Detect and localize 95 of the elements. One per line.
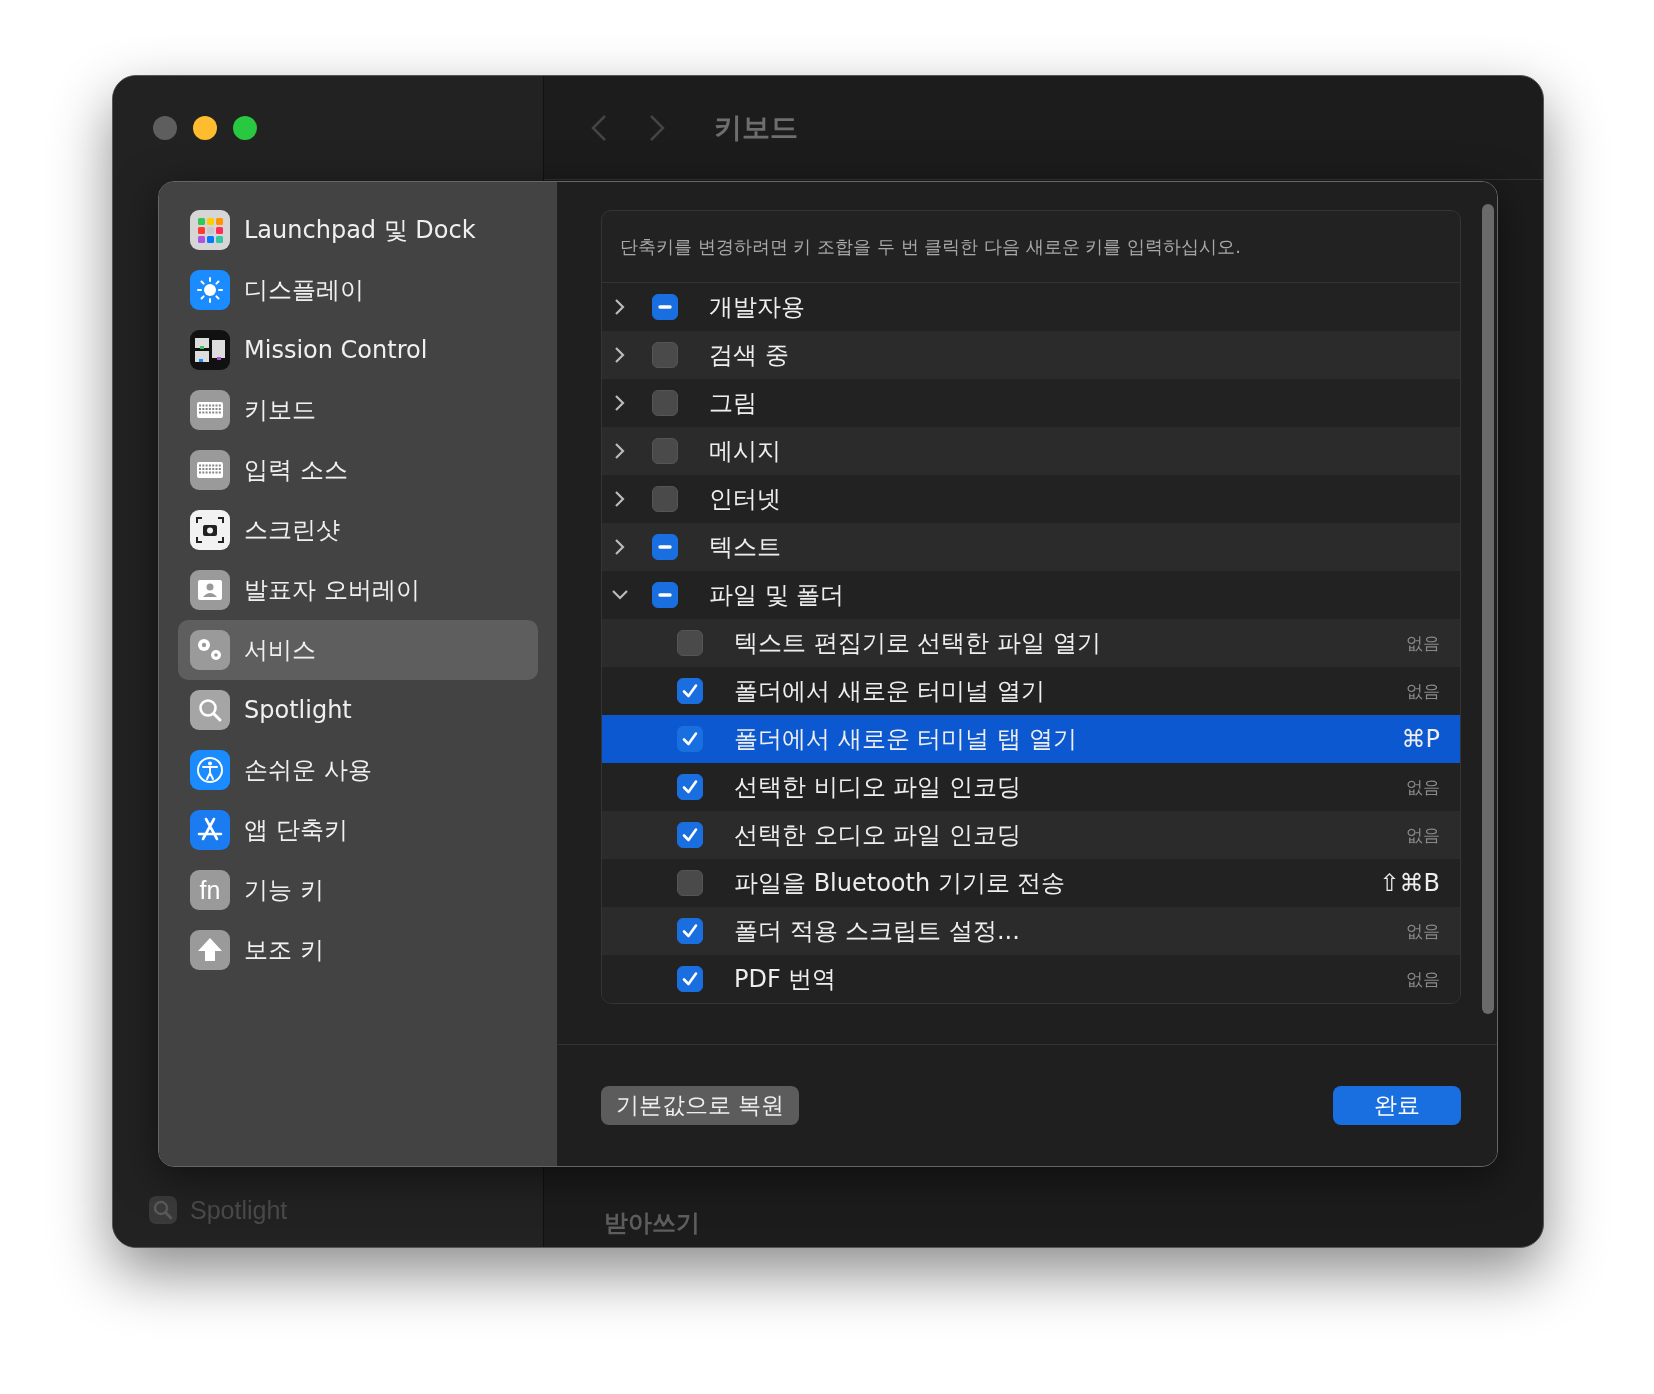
checkbox[interactable] — [677, 630, 703, 656]
checkbox[interactable] — [652, 342, 678, 368]
sidebar-item[interactable]: 앱 단축키 — [178, 800, 538, 860]
sidebar-item[interactable]: 손쉬운 사용 — [178, 740, 538, 800]
sidebar-item[interactable]: Launchpad 및 Dock — [178, 200, 538, 260]
zoom-button[interactable] — [233, 116, 257, 140]
checkbox[interactable] — [652, 294, 678, 320]
shortcut-text: 없음 — [1406, 967, 1440, 991]
shortcut-text: 없음 — [1406, 679, 1440, 703]
checkbox[interactable] — [677, 918, 703, 944]
service-label: 폴더 적용 스크립트 설정... — [734, 916, 1021, 947]
done-button[interactable]: 완료 — [1333, 1086, 1461, 1125]
checkbox[interactable] — [652, 390, 678, 416]
list-row[interactable]: 메시지 — [602, 427, 1460, 475]
dash-icon — [658, 545, 672, 549]
service-label: 텍스트 편집기로 선택한 파일 열기 — [734, 628, 1102, 659]
keyboard-icon — [190, 450, 230, 490]
close-button[interactable] — [153, 116, 177, 140]
app-store-icon — [190, 810, 230, 850]
list-row[interactable]: 검색 중 — [602, 331, 1460, 379]
shortcut-text: 없음 — [1406, 631, 1440, 655]
checkbox[interactable] — [677, 726, 703, 752]
shortcut-text: 없음 — [1406, 775, 1440, 799]
checkbox[interactable] — [677, 678, 703, 704]
sidebar-item[interactable]: 보조 키 — [178, 920, 538, 980]
accessibility-icon — [190, 750, 230, 790]
sun-icon — [190, 270, 230, 310]
gears-icon — [190, 630, 230, 670]
sidebar-item[interactable]: Spotlight — [178, 680, 538, 740]
checkbox[interactable] — [677, 822, 703, 848]
sidebar-item[interactable]: 키보드 — [178, 380, 538, 440]
service-label: 폴더에서 새로운 터미널 탭 열기 — [734, 724, 1078, 755]
sidebar-label: Launchpad 및 Dock — [244, 215, 476, 246]
sidebar-item[interactable]: 발표자 오버레이 — [178, 560, 538, 620]
dash-icon — [658, 593, 672, 597]
reset-button[interactable]: 기본값으로 복원 — [601, 1086, 800, 1125]
list-row[interactable]: 폴더에서 새로운 터미널 탭 열기 ⌘P — [602, 715, 1460, 763]
keyboard-icon — [190, 390, 230, 430]
sidebar-item[interactable]: fn 기능 키 — [178, 860, 538, 920]
sidebar-item[interactable]: 스크린샷 — [178, 500, 538, 560]
windows-icon — [190, 330, 230, 370]
checkbox[interactable] — [652, 582, 678, 608]
window-title: 키보드 — [714, 109, 798, 146]
sidebar-item[interactable]: 입력 소스 — [178, 440, 538, 500]
sidebar-label: 기능 키 — [244, 875, 324, 906]
list-row[interactable]: 텍스트 편집기로 선택한 파일 열기 없음 — [602, 619, 1460, 667]
shortcut-text: 없음 — [1406, 823, 1440, 847]
checkbox[interactable] — [677, 966, 703, 992]
group-label: 인터넷 — [709, 484, 781, 515]
sidebar-label: 키보드 — [244, 395, 316, 426]
sidebar-label: 보조 키 — [244, 935, 324, 966]
sidebar-label: 서비스 — [244, 635, 316, 666]
group-label: 그림 — [709, 388, 757, 419]
group-label: 텍스트 — [709, 532, 781, 563]
minimize-button[interactable] — [193, 116, 217, 140]
sidebar-label: Spotlight — [244, 696, 352, 724]
person-icon — [190, 570, 230, 610]
shortcut-text: ⇧⌘B — [1379, 869, 1440, 897]
scrollbar-thumb[interactable] — [1482, 204, 1494, 1014]
checkbox[interactable] — [652, 438, 678, 464]
search-icon — [148, 1195, 178, 1225]
list-row[interactable]: 폴더 적용 스크립트 설정... 없음 — [602, 907, 1460, 955]
sidebar-label: 발표자 오버레이 — [244, 575, 420, 606]
section-title: 받아쓰기 — [604, 1208, 700, 1239]
group-label: 개발자용 — [709, 292, 805, 323]
sidebar-label: 입력 소스 — [244, 455, 348, 486]
service-label: 폴더에서 새로운 터미널 열기 — [734, 676, 1046, 707]
group-label: 메시지 — [709, 436, 781, 467]
service-label: PDF 번역 — [734, 964, 838, 995]
dash-icon — [658, 305, 672, 309]
sidebar-item[interactable]: 서비스 — [178, 620, 538, 680]
group-label: 검색 중 — [709, 340, 789, 371]
sidebar-label: 앱 단축키 — [244, 815, 348, 846]
sidebar-label: 디스플레이 — [244, 275, 364, 306]
list-row[interactable]: 텍스트 — [602, 523, 1460, 571]
shortcut-text: 없음 — [1406, 919, 1440, 943]
group-label: 파일 및 폴더 — [709, 580, 845, 611]
fn-key-icon: fn — [190, 870, 230, 910]
sidebar-label: 스크린샷 — [244, 515, 340, 546]
camera-icon — [190, 510, 230, 550]
search-icon — [190, 690, 230, 730]
service-label: 파일을 Bluetooth 기기로 전송 — [734, 868, 1067, 899]
shortcut-text: ⌘P — [1401, 725, 1440, 753]
service-label: 선택한 오디오 파일 인코딩 — [734, 820, 1022, 851]
list-row[interactable]: 선택한 오디오 파일 인코딩 없음 — [602, 811, 1460, 859]
sidebar-item[interactable]: 디스플레이 — [178, 260, 538, 320]
sidebar-label: Mission Control — [244, 336, 428, 364]
sidebar-label: 손쉬운 사용 — [244, 755, 372, 786]
checkbox[interactable] — [652, 534, 678, 560]
checkbox[interactable] — [652, 486, 678, 512]
sidebar-item[interactable]: Mission Control — [178, 320, 538, 380]
app-grid-icon — [190, 210, 230, 250]
service-label: 선택한 비디오 파일 인코딩 — [734, 772, 1022, 803]
checkbox[interactable] — [677, 870, 703, 896]
checkbox[interactable] — [677, 774, 703, 800]
